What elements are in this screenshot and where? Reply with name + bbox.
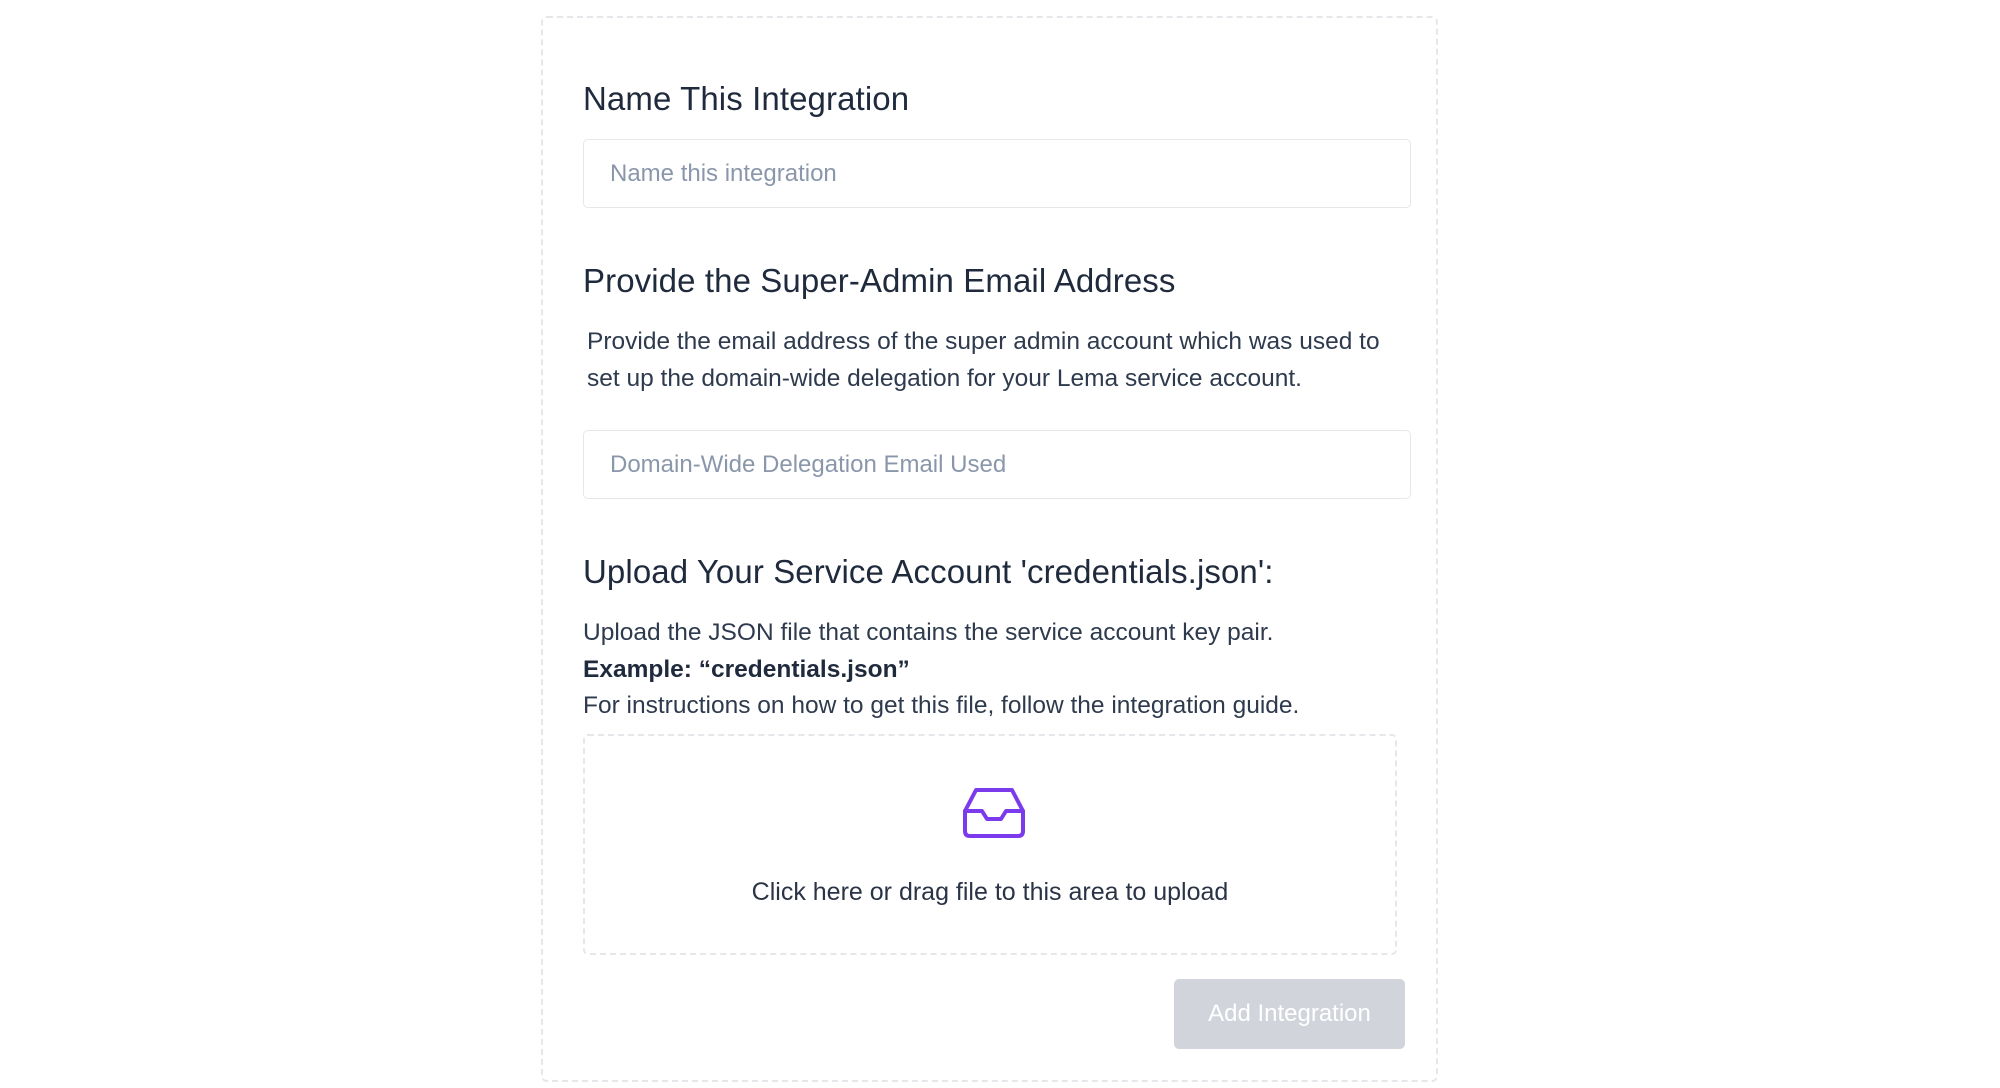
email-section-title: Provide the Super-Admin Email Address [583, 262, 1176, 299]
upload-example-text: Example: “credentials.json” [583, 655, 910, 683]
add-integration-button[interactable]: Add Integration [1174, 979, 1405, 1049]
delegation-email-input[interactable] [583, 430, 1411, 499]
email-description-line-1: Provide the email address of the super a… [587, 328, 1380, 355]
upload-description-line-3: For instructions on how to get this file… [583, 692, 1300, 719]
name-section-title: Name This Integration [583, 80, 910, 117]
integration-form-panel: Name This Integration Provide the Super-… [541, 16, 1438, 1082]
upload-description-line-1: Upload the JSON file that contains the s… [583, 619, 1274, 646]
inbox-icon [963, 788, 1025, 838]
file-upload-dropzone[interactable]: Click here or drag file to this area to … [583, 734, 1397, 955]
upload-section-description: Upload the JSON file that contains the s… [583, 615, 1299, 725]
email-section-description: Provide the email address of the super a… [587, 324, 1380, 397]
dropzone-instruction: Click here or drag file to this area to … [751, 878, 1229, 906]
email-description-line-2: set up the domain-wide delegation for yo… [587, 364, 1302, 392]
upload-section-title: Upload Your Service Account 'credentials… [583, 553, 1274, 590]
integration-name-input[interactable] [583, 139, 1411, 208]
